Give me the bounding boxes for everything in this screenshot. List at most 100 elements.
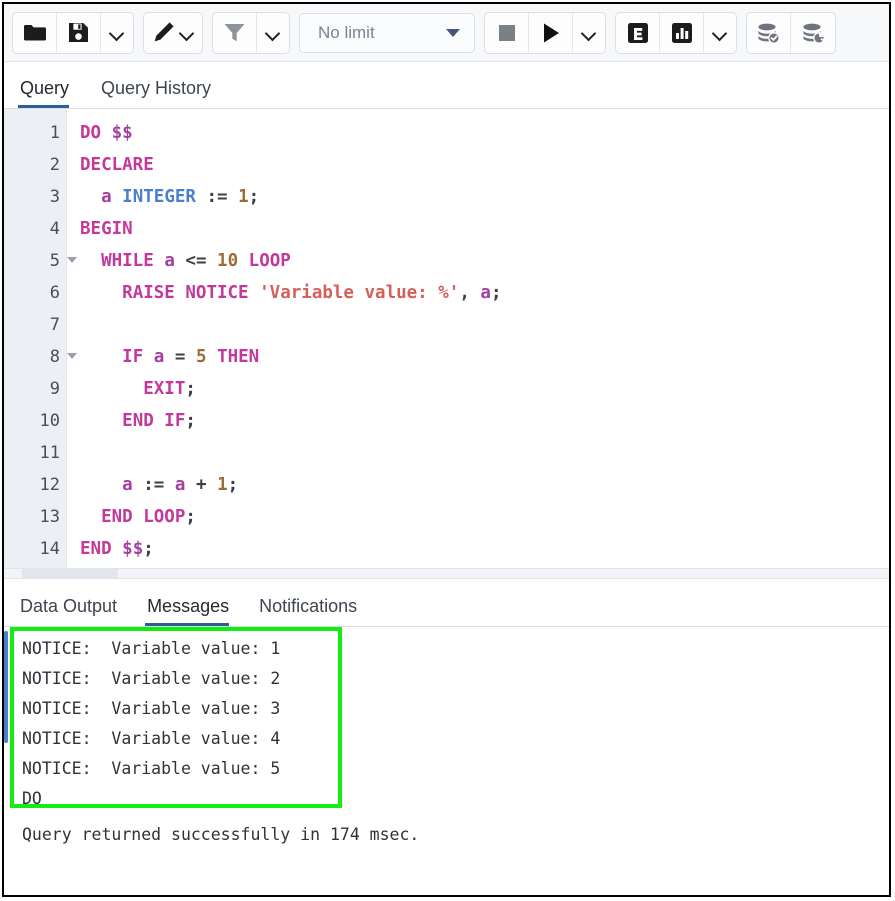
code-token xyxy=(228,187,239,207)
stop-square-icon xyxy=(497,23,517,43)
sql-code-area[interactable]: DO $$DECLARE a INTEGER := 1;BEGIN WHILE … xyxy=(67,109,889,568)
edit-button[interactable] xyxy=(144,13,202,53)
chevron-down-icon xyxy=(713,28,727,37)
code-token: := xyxy=(143,475,164,495)
code-token xyxy=(80,251,101,271)
database-rollback-icon xyxy=(801,22,826,44)
save-file-button[interactable] xyxy=(57,13,101,53)
commit-button[interactable] xyxy=(747,13,791,53)
execute-button-group xyxy=(484,12,606,54)
code-token: ; xyxy=(185,411,196,431)
code-token: ; xyxy=(185,507,196,527)
messages-panel[interactable]: NOTICE: Variable value: 1NOTICE: Variabl… xyxy=(4,627,889,895)
explain-options-button[interactable] xyxy=(704,13,736,53)
code-token: $$ xyxy=(122,539,143,559)
code-token xyxy=(185,347,196,367)
query-status-text: Query returned successfully in 174 msec. xyxy=(22,825,419,844)
code-token: EXIT xyxy=(143,379,185,399)
code-line xyxy=(80,437,889,469)
tab-data-output[interactable]: Data Output xyxy=(18,596,129,626)
open-file-button[interactable] xyxy=(13,13,57,53)
sql-editor[interactable]: 1234567891011121314 DO $$DECLARE a INTEG… xyxy=(4,109,889,568)
play-triangle-icon xyxy=(541,22,561,44)
file-button-group xyxy=(12,12,134,54)
tab-messages[interactable]: Messages xyxy=(145,596,241,626)
execute-options-button[interactable] xyxy=(573,13,605,53)
code-token: 10 xyxy=(217,251,238,271)
code-token: a xyxy=(480,283,491,303)
code-line: DO $$ xyxy=(80,117,889,149)
code-token xyxy=(196,187,207,207)
toolbar: No limit xyxy=(4,4,889,62)
code-token: BEGIN xyxy=(80,219,133,239)
execute-button[interactable] xyxy=(529,13,573,53)
line-number: 13 xyxy=(4,501,66,533)
tab-query-history[interactable]: Query History xyxy=(99,78,225,108)
notice-line: NOTICE: Variable value: 4 xyxy=(22,724,280,754)
notice-output-text: NOTICE: Variable value: 1NOTICE: Variabl… xyxy=(22,634,280,814)
explain-analyze-button[interactable] xyxy=(660,13,704,53)
panel-splitter[interactable] xyxy=(4,568,889,579)
code-line: DECLARE xyxy=(80,149,889,181)
code-token xyxy=(185,475,196,495)
transaction-button-group xyxy=(746,12,836,54)
code-token: 1 xyxy=(238,187,249,207)
filter-options-button[interactable] xyxy=(257,13,289,53)
filter-funnel-icon xyxy=(223,22,246,43)
code-token xyxy=(80,187,101,207)
filter-button[interactable] xyxy=(213,13,257,53)
line-number: 6 xyxy=(4,277,66,309)
stop-button[interactable] xyxy=(485,13,529,53)
code-token: a xyxy=(154,347,165,367)
tab-notifications[interactable]: Notifications xyxy=(257,596,369,626)
code-token: a xyxy=(101,187,112,207)
explain-button-group xyxy=(615,12,737,54)
code-token: := xyxy=(206,187,227,207)
code-line: a INTEGER := 1; xyxy=(80,181,889,213)
output-tab-bar: Data Output Messages Notifications xyxy=(4,579,889,627)
code-token xyxy=(101,123,112,143)
notice-line: NOTICE: Variable value: 5 xyxy=(22,754,280,784)
code-token xyxy=(175,251,186,271)
database-commit-icon xyxy=(756,22,781,44)
code-token: = xyxy=(175,347,186,367)
chevron-down-icon xyxy=(180,28,194,37)
code-token xyxy=(80,411,122,431)
explain-button[interactable] xyxy=(616,13,660,53)
code-token: a xyxy=(175,475,186,495)
edit-button-group xyxy=(143,12,203,54)
line-number: 8 xyxy=(4,341,66,373)
save-options-button[interactable] xyxy=(101,13,133,53)
rollback-button[interactable] xyxy=(791,13,835,53)
code-token xyxy=(80,347,122,367)
pencil-icon xyxy=(152,21,175,44)
code-token: INTEGER xyxy=(122,187,196,207)
row-limit-select[interactable]: No limit xyxy=(299,13,475,53)
code-line: END IF; xyxy=(80,405,889,437)
explain-e-icon xyxy=(627,22,649,44)
code-token xyxy=(80,507,101,527)
code-line: END LOOP; xyxy=(80,501,889,533)
line-number: 14 xyxy=(4,533,66,565)
code-token xyxy=(80,283,122,303)
code-line xyxy=(80,309,889,341)
code-token: a xyxy=(122,475,133,495)
chevron-down-icon xyxy=(110,28,124,37)
code-token: IF xyxy=(122,347,143,367)
chevron-down-icon xyxy=(446,29,460,37)
code-token: DO xyxy=(80,123,101,143)
tab-query[interactable]: Query xyxy=(18,78,83,108)
line-number: 10 xyxy=(4,405,66,437)
fold-triangle-icon[interactable] xyxy=(67,353,77,359)
filter-button-group xyxy=(212,12,290,54)
save-disk-icon xyxy=(68,22,89,43)
code-token: 5 xyxy=(196,347,207,367)
code-token xyxy=(238,251,249,271)
code-token: 'Variable value: %' xyxy=(259,283,459,303)
code-token: + xyxy=(196,475,207,495)
code-token xyxy=(207,475,218,495)
code-token: ; xyxy=(143,539,154,559)
code-token: ; xyxy=(185,379,196,399)
fold-triangle-icon[interactable] xyxy=(67,257,77,263)
messages-scrollbar[interactable] xyxy=(4,631,8,743)
